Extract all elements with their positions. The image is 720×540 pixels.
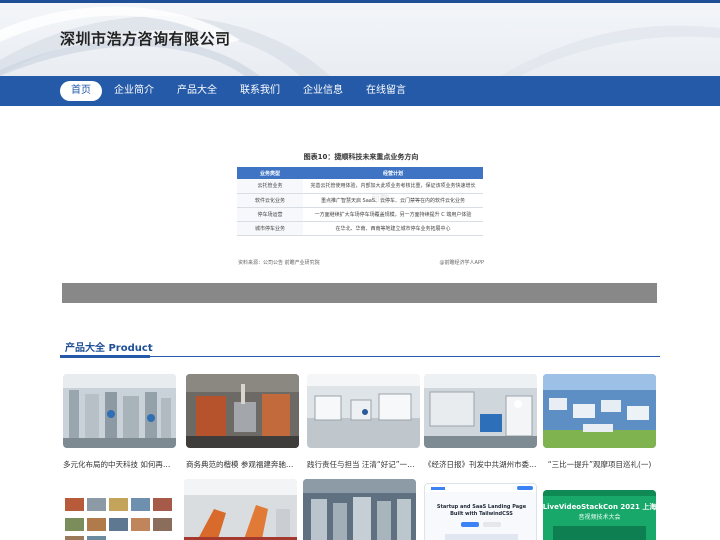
conference-title-line2: 音视频技术大会 (578, 513, 620, 521)
nav-item-about[interactable]: 企业简介 (103, 81, 165, 101)
product-caption[interactable]: “三比一提升”观摩项目巡礼(一) (543, 459, 656, 470)
product-caption[interactable]: 践行责任与担当 汪清“好记”一直在... (307, 459, 420, 470)
product-caption[interactable]: 商务典范的楷模 参观福建奔驰福州... (186, 459, 299, 470)
main-nav: 首页 企业简介 产品大全 联系我们 企业信息 在线留言 (0, 76, 720, 106)
banner-figure-title: 图表10：捷顺科技未来重点业务方向 (303, 153, 419, 161)
product-thumbnail[interactable] (303, 479, 416, 540)
banner-table-header: 业务类型 (237, 167, 303, 179)
banner-table-cell: 云托管业务 (237, 179, 303, 194)
banner-table-cell: 重点推广智慧天启 SaaS、云停车、云门禁等在内的软件云化业务 (303, 193, 483, 208)
banner-credit: @前瞻经济学人APP (439, 260, 484, 266)
landing-page-heading-line2: Built with TailwindCSS (450, 511, 513, 517)
product-caption[interactable]: 《经济日报》刊发中共湖州市委理... (424, 459, 537, 470)
banner-table-cell: 城市停车业务 (237, 221, 303, 236)
banner-caption-bar (62, 283, 657, 303)
banner-table-header: 经营计划 (303, 167, 483, 179)
nav-item-home[interactable]: 首页 (60, 81, 102, 101)
product-thumbnail[interactable] (307, 374, 420, 448)
site-header: 深圳市浩方咨询有限公司 (0, 0, 720, 76)
section-title-products: 产品大全 Product (65, 343, 153, 354)
product-thumbnail[interactable] (63, 492, 176, 540)
banner-table-cell: 在华北、华南、西南等地建立城市停车业务拓展中心 (303, 221, 483, 236)
banner-table-cell: 停车场运营 (237, 207, 303, 222)
banner-table-cell: 软件云化业务 (237, 193, 303, 208)
product-thumbnail[interactable] (63, 374, 176, 448)
banner-image[interactable]: 图表10：捷顺科技未来重点业务方向 前瞻 业务类型 经营计划 云托管业务 完善云… (236, 146, 486, 268)
nav-item-company-info[interactable]: 企业信息 (292, 81, 354, 101)
banner-table-cell: 完善云托管使用体验，内部加大此项业务考核比重，保证该项业务快速增长 (303, 179, 483, 194)
conference-title-line1: LiveVideoStackCon 2021 上海 (543, 502, 656, 511)
banner-table-cell: 一方面继续扩大车场停车场覆盖规模，另一方面持续提升 C 端用户体验 (303, 207, 483, 222)
nav-item-contact[interactable]: 联系我们 (229, 81, 291, 101)
banner-source-note: 资料来源：公司公告 前瞻产业研究院 (238, 260, 320, 266)
nav-item-message[interactable]: 在线留言 (355, 81, 417, 101)
product-thumbnail[interactable]: LiveVideoStackCon 2021 上海 音视频技术大会 (543, 490, 656, 540)
product-thumbnail[interactable]: Startup and SaaS Landing Page Built with… (424, 483, 537, 540)
banner-table: 业务类型 经营计划 云托管业务 完善云托管使用体验，内部加大此项业务考核比重，保… (237, 167, 483, 236)
section-divider (60, 355, 660, 358)
landing-page-heading-line1: Startup and SaaS Landing Page (437, 504, 527, 510)
product-thumbnail[interactable] (184, 479, 297, 540)
site-title: 深圳市浩方咨询有限公司 (60, 30, 231, 48)
product-thumbnail[interactable] (543, 374, 656, 448)
product-thumbnail[interactable] (424, 374, 537, 448)
product-caption[interactable]: 多元化布局的中天科技 如何再造一... (63, 459, 176, 470)
product-thumbnail[interactable] (186, 374, 299, 448)
page: 深圳市浩方咨询有限公司 首页 企业简介 产品大全 联系我们 企业信息 在线留言 … (0, 0, 720, 540)
nav-item-products[interactable]: 产品大全 (166, 81, 228, 101)
